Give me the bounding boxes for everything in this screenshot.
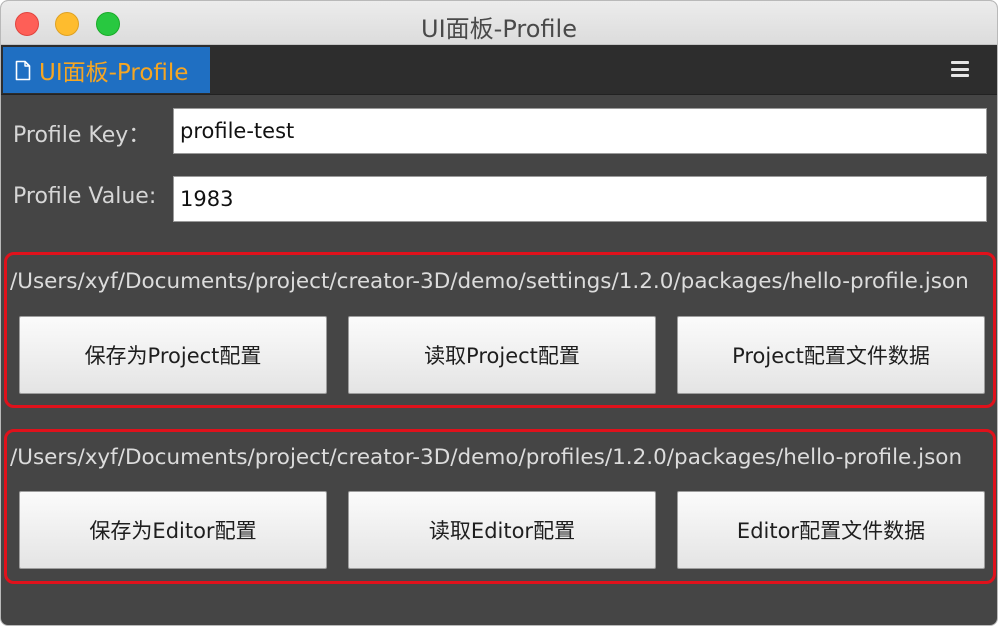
profile-value-input[interactable] [173, 176, 987, 222]
tab-strip: UI面板-Profile [1, 45, 997, 95]
title-bar[interactable]: UI面板-Profile [1, 1, 997, 45]
project-config-path: /Users/xyf/Documents/project/creator-3D/… [10, 269, 969, 294]
profile-key-input[interactable] [173, 108, 987, 154]
save-project-config-button[interactable]: 保存为Project配置 [19, 316, 327, 394]
tab-label: UI面板-Profile [39, 60, 189, 86]
hamburger-menu-icon[interactable] [951, 61, 969, 77]
project-config-group: /Users/xyf/Documents/project/creator-3D/… [4, 252, 996, 408]
profile-value-label: Profile Value: [13, 184, 157, 209]
profile-key-label: Profile Key： [13, 123, 151, 148]
app-window: UI面板-Profile UI面板-Profile Profile Key： P… [0, 0, 998, 626]
read-project-config-button[interactable]: 读取Project配置 [348, 316, 656, 394]
document-icon [15, 60, 31, 80]
window-title: UI面板-Profile [421, 15, 577, 43]
read-editor-config-button[interactable]: 读取Editor配置 [348, 491, 656, 569]
editor-config-path: /Users/xyf/Documents/project/creator-3D/… [10, 445, 963, 470]
project-config-data-button[interactable]: Project配置文件数据 [677, 316, 985, 394]
editor-config-data-button[interactable]: Editor配置文件数据 [677, 491, 985, 569]
tab-ui-panel-profile[interactable]: UI面板-Profile [3, 47, 210, 93]
save-editor-config-button[interactable]: 保存为Editor配置 [19, 491, 327, 569]
editor-config-group: /Users/xyf/Documents/project/creator-3D/… [4, 429, 996, 584]
